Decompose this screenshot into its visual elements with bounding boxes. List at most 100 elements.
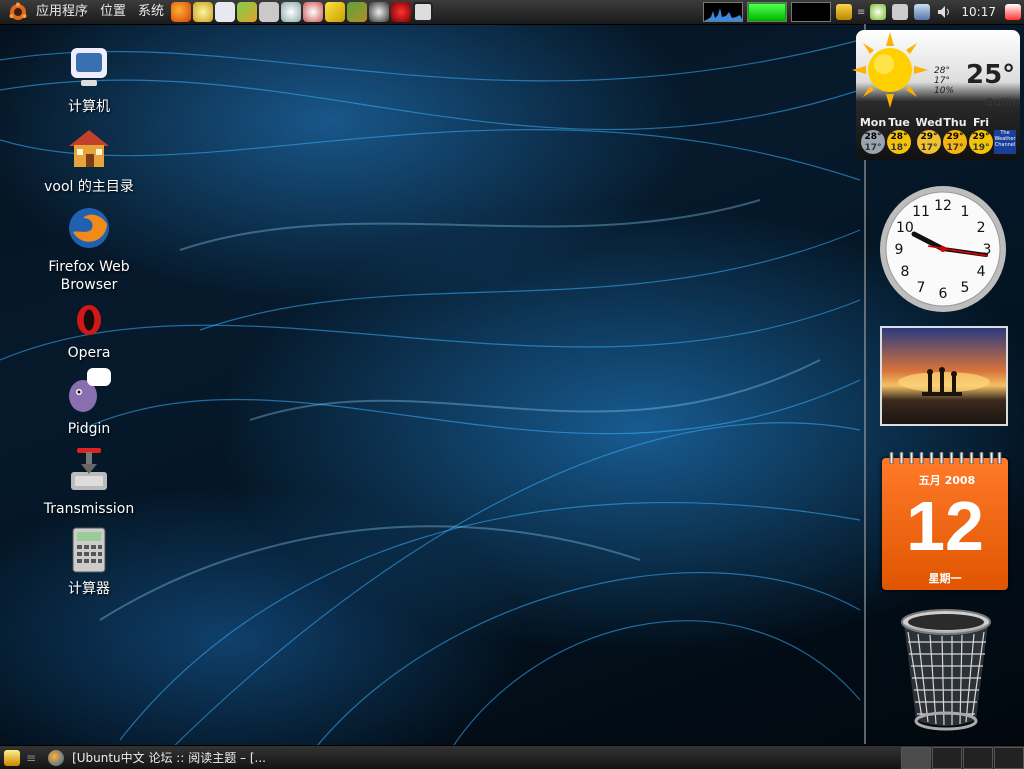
weather-current-temp: 25° [966, 60, 1016, 90]
terminal-launcher-icon[interactable] [259, 2, 280, 22]
logout-icon[interactable] [1005, 4, 1021, 20]
weather-lo: 17° [934, 76, 950, 86]
clock-number: 12 [934, 198, 952, 214]
taskbar-window-button[interactable]: [Ubuntu中文 论坛 :: 阅读主题 – [... [48, 749, 266, 766]
desktop-icon-calculator[interactable]: 计算器 [39, 526, 139, 598]
clock-number: 2 [977, 220, 986, 236]
forecast-hi: 28° [890, 132, 908, 142]
desktop-icon-label: 计算机 [68, 99, 110, 115]
workspace-1[interactable] [901, 747, 931, 769]
penguin-launcher-icon[interactable] [369, 2, 390, 22]
menu-system[interactable]: 系统 [132, 0, 170, 24]
weather-channel-logo: The Weather Channel [994, 130, 1016, 154]
workspace-4[interactable] [994, 747, 1024, 769]
forecast-lo: 18° [890, 143, 908, 153]
desktop-icon-computer[interactable]: 计算机 [39, 44, 139, 116]
weather-precip: 10% [934, 86, 955, 96]
firefox-icon [69, 208, 109, 248]
forecast-lo: 17° [920, 143, 938, 153]
forecast-day-name: Tue [888, 116, 910, 129]
cpu-monitor[interactable] [703, 2, 744, 22]
calendar-widget[interactable]: 五月 2008 12 星期一 [882, 452, 1008, 590]
sun-cloud-icon: 28° 18° [887, 130, 911, 154]
desktop-icon-home[interactable]: vool 的主目录 [39, 124, 139, 196]
calendar-rings-icon [889, 452, 1002, 464]
cup-launcher-icon[interactable] [303, 2, 324, 22]
network-monitor[interactable] [791, 2, 832, 22]
forecast-hi: 29° [972, 132, 990, 142]
palette-launcher-icon[interactable] [281, 2, 302, 22]
sun-cloud-icon: 29° 17° [917, 130, 941, 154]
plane-launcher-icon[interactable] [325, 2, 346, 22]
volume-icon[interactable] [936, 4, 952, 20]
weather-brand: The Weather Channel [994, 130, 1016, 148]
workspace-3[interactable] [963, 747, 993, 769]
network-tray-icon[interactable] [914, 4, 931, 20]
user-icon[interactable] [836, 4, 853, 20]
panel-clock[interactable]: 10:17 [961, 5, 996, 19]
clock-number: 1 [961, 204, 970, 220]
memory-monitor[interactable] [747, 2, 788, 22]
desktop-icon-label: Transmission [43, 501, 135, 517]
panel-handle-icon: ≡ [26, 750, 37, 765]
desktop-icon-label: Opera [67, 345, 111, 361]
desktop-icon-pidgin[interactable]: Pidgin [39, 366, 139, 438]
sun-cloud-icon: 29° 19° [969, 130, 993, 154]
sun-rain-icon: 29° 17° [943, 130, 967, 154]
mail-launcher-icon[interactable] [215, 2, 236, 22]
firefox-icon [48, 749, 65, 766]
ubuntu-logo-icon[interactable] [8, 2, 28, 22]
weather-range: 28° 17° 10% [934, 66, 954, 96]
clock-number: 9 [895, 242, 904, 258]
tray-separator-icon: ≡ [857, 6, 866, 18]
show-desktop-icon[interactable] [4, 749, 20, 766]
cpu-graph-icon [704, 8, 743, 21]
gnome-launcher-icon[interactable] [193, 2, 214, 22]
firefox-launcher-icon[interactable] [171, 2, 192, 22]
sun-icon [852, 32, 928, 108]
photo-frame-widget[interactable] [880, 326, 1008, 426]
clock-number: 7 [917, 280, 926, 296]
workspace-2[interactable] [932, 747, 962, 769]
desktop-icon-transmission[interactable]: Transmission [39, 446, 139, 518]
pidgin-tray-icon[interactable] [870, 4, 887, 20]
clock-number: 6 [939, 286, 948, 302]
monitor-launcher-icon[interactable] [413, 2, 434, 22]
calendar-day: 12 [906, 487, 984, 565]
books-launcher-icon[interactable] [347, 2, 368, 22]
desktop-icon-firefox[interactable]: Firefox Web Browser [39, 204, 139, 294]
desktop-icon-opera[interactable]: Opera [39, 302, 139, 362]
workspace-switcher [900, 747, 1024, 769]
desktop-icon-label: Firefox Web Browser [48, 259, 130, 293]
desktop-icon-label: vool 的主目录 [44, 179, 134, 195]
calculator-icon [72, 527, 106, 573]
calendar-month-year: 五月 2008 [918, 474, 976, 487]
analog-clock-widget[interactable]: 12 1234567891011 [878, 184, 1008, 314]
forecast-day: Fri 29° 19° [966, 116, 996, 154]
opera-launcher-icon[interactable] [391, 2, 412, 22]
trash-bin-icon[interactable] [898, 608, 994, 732]
weather-hi: 28° [934, 66, 950, 76]
forecast-hi: 29° [946, 132, 964, 142]
weather-widget[interactable]: 28° 17° 10% 25° Guilin Mon 28° 17° Tue 28… [852, 30, 1020, 160]
pidgin-icon [69, 368, 111, 412]
menu-applications[interactable]: 应用程序 [30, 0, 94, 24]
forecast-hi: 29° [920, 132, 938, 142]
forecast-lo: 19° [972, 143, 990, 153]
clock-number: 4 [977, 264, 986, 280]
menu-places[interactable]: 位置 [94, 0, 132, 24]
home-folder-icon [69, 130, 109, 167]
desktop-icon-label: 计算器 [68, 581, 110, 597]
forecast-lo: 17° [864, 143, 882, 153]
clock-number: 8 [900, 264, 909, 280]
forecast-day: Tue 28° 18° [884, 116, 914, 154]
calendar-weekday: 星期一 [928, 572, 962, 585]
forecast-lo: 17° [946, 143, 964, 153]
keyboard-tray-icon[interactable] [892, 4, 909, 20]
top-panel: 应用程序 位置 系统 ≡ 10:17 [0, 0, 1024, 25]
paint-launcher-icon[interactable] [237, 2, 258, 22]
desktop-icon-label: Pidgin [67, 421, 111, 437]
cloud-icon: 28° 17° [861, 130, 885, 154]
computer-icon [71, 48, 107, 86]
clock-number: 5 [961, 280, 970, 296]
